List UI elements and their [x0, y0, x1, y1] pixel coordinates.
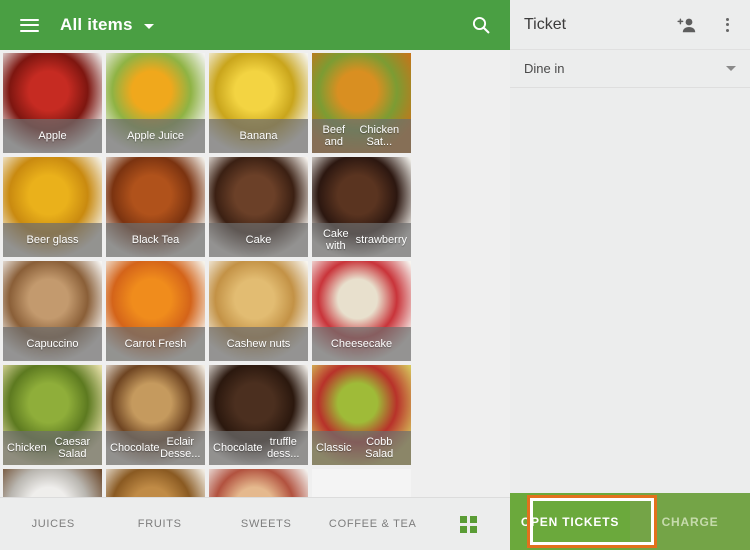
product-label-line: Classic — [316, 441, 352, 454]
product-image — [3, 469, 102, 497]
product-label: Chocolate Eclair Desse... — [106, 431, 205, 465]
product-tile[interactable]: Apple — [3, 53, 102, 153]
product-label-line: Chocolate — [213, 441, 263, 454]
chevron-down-icon — [726, 66, 736, 71]
product-label: Cake — [209, 223, 308, 257]
product-label: Beef and Chicken Sat... — [312, 119, 411, 153]
product-label: Apple Juice — [106, 119, 205, 153]
search-icon[interactable] — [464, 8, 498, 42]
product-label: Black Tea — [106, 223, 205, 257]
product-label-line: Cashew nuts — [226, 337, 291, 350]
hamburger-menu-icon[interactable] — [12, 8, 46, 42]
product-label-line: Beer glass — [26, 233, 79, 246]
product-image — [209, 469, 308, 497]
product-tile[interactable]: Beef and Chicken Sat... — [312, 53, 411, 153]
ticket-actions: OPEN TICKETS CHARGE — [510, 493, 750, 550]
product-label-line: Chocolate — [110, 441, 160, 454]
category-tab-bar: JUICES FRUITS SWEETS COFFEE & TEA — [0, 497, 510, 550]
product-label: Cake with strawberry — [312, 223, 411, 257]
ticket-title: Ticket — [524, 15, 567, 33]
top-toolbar: All items — [0, 0, 510, 50]
product-tile[interactable]: Chocolate truffle dess... — [209, 365, 308, 465]
product-tile[interactable]: Black Tea — [106, 157, 205, 257]
product-tile[interactable]: Cake — [209, 157, 308, 257]
product-label-line: Chicken — [7, 441, 47, 454]
more-vertical-icon[interactable] — [714, 12, 740, 38]
product-label-line: Cake — [245, 233, 272, 246]
product-label-line: truffle dess... — [267, 435, 300, 461]
product-tile[interactable]: Carrot Fresh — [106, 261, 205, 361]
product-label-line: Capuccino — [26, 337, 79, 350]
tab-coffee-tea[interactable]: COFFEE & TEA — [320, 518, 427, 530]
product-grid: Apple Apple Juice Banana Beef and Chicken Sa… — [3, 53, 510, 497]
product-label-line: Black Tea — [131, 233, 180, 246]
product-label: Cheesecake — [312, 327, 411, 361]
product-label-line: Caesar Salad — [54, 435, 91, 461]
product-tile[interactable]: Cake with strawberry — [312, 157, 411, 257]
product-label: Chocolate truffle dess... — [209, 431, 308, 465]
product-label-line: Banana — [239, 129, 278, 142]
product-label-line: Apple — [38, 129, 67, 142]
product-label: Classic Cobb Salad — [312, 431, 411, 465]
dining-option-select[interactable]: Dine in — [510, 50, 750, 88]
product-tile[interactable]: Coffee — [3, 469, 102, 497]
product-label-line: strawberry — [355, 233, 407, 246]
ticket-pane: Ticket Dine in OPEN TICKETS CHARGE — [510, 0, 750, 550]
category-selector[interactable]: All items — [60, 15, 154, 35]
product-tile[interactable]: Beer glass — [3, 157, 102, 257]
add-person-icon[interactable] — [674, 12, 700, 38]
product-image — [312, 469, 411, 497]
pos-app: All items Apple Apple Juice Banana Beef and… — [0, 0, 750, 550]
product-tile[interactable]: Cookies — [106, 469, 205, 497]
product-label-line: Carrot Fresh — [124, 337, 187, 350]
product-tile[interactable]: Cheesecake — [312, 261, 411, 361]
dining-option-label: Dine in — [524, 61, 565, 76]
chevron-down-icon — [143, 23, 154, 29]
product-label-line: Eclair Desse... — [160, 435, 201, 461]
charge-button[interactable]: CHARGE — [630, 493, 750, 550]
product-label: Beer glass — [3, 223, 102, 257]
product-label-line: Beef and — [322, 123, 346, 149]
product-tile[interactable]: Cashew nuts — [209, 261, 308, 361]
product-tile[interactable]: Croissant — [312, 469, 411, 497]
product-label: Carrot Fresh — [106, 327, 205, 361]
product-label-line: Cheesecake — [330, 337, 393, 350]
product-grid-scroll[interactable]: Apple Apple Juice Banana Beef and Chicken Sa… — [0, 50, 510, 497]
product-tile[interactable]: Cream cake — [209, 469, 308, 497]
product-tile[interactable]: Banana — [209, 53, 308, 153]
product-image — [106, 469, 205, 497]
product-label-line: Cake with — [322, 227, 349, 253]
grid-view-icon[interactable] — [426, 515, 510, 533]
product-label-line: Apple Juice — [127, 129, 184, 142]
product-tile[interactable]: Classic Cobb Salad — [312, 365, 411, 465]
product-label: Chicken Caesar Salad — [3, 431, 102, 465]
tab-fruits[interactable]: FRUITS — [107, 518, 214, 530]
product-label: Capuccino — [3, 327, 102, 361]
product-label-line: Chicken Sat... — [359, 123, 400, 149]
open-tickets-button[interactable]: OPEN TICKETS — [510, 493, 630, 550]
ticket-header: Ticket — [510, 0, 750, 50]
tab-juices[interactable]: JUICES — [0, 518, 107, 530]
product-label: Cashew nuts — [209, 327, 308, 361]
product-label-line: Cobb Salad — [365, 435, 394, 461]
ticket-items-list[interactable] — [510, 88, 750, 493]
page-title: All items — [60, 15, 133, 34]
catalog-pane: All items Apple Apple Juice Banana Beef and… — [0, 0, 510, 550]
product-tile[interactable]: Chocolate Eclair Desse... — [106, 365, 205, 465]
product-label: Apple — [3, 119, 102, 153]
product-tile[interactable]: Chicken Caesar Salad — [3, 365, 102, 465]
tab-sweets[interactable]: SWEETS — [213, 518, 320, 530]
product-tile[interactable]: Apple Juice — [106, 53, 205, 153]
product-tile[interactable]: Capuccino — [3, 261, 102, 361]
product-label: Banana — [209, 119, 308, 153]
